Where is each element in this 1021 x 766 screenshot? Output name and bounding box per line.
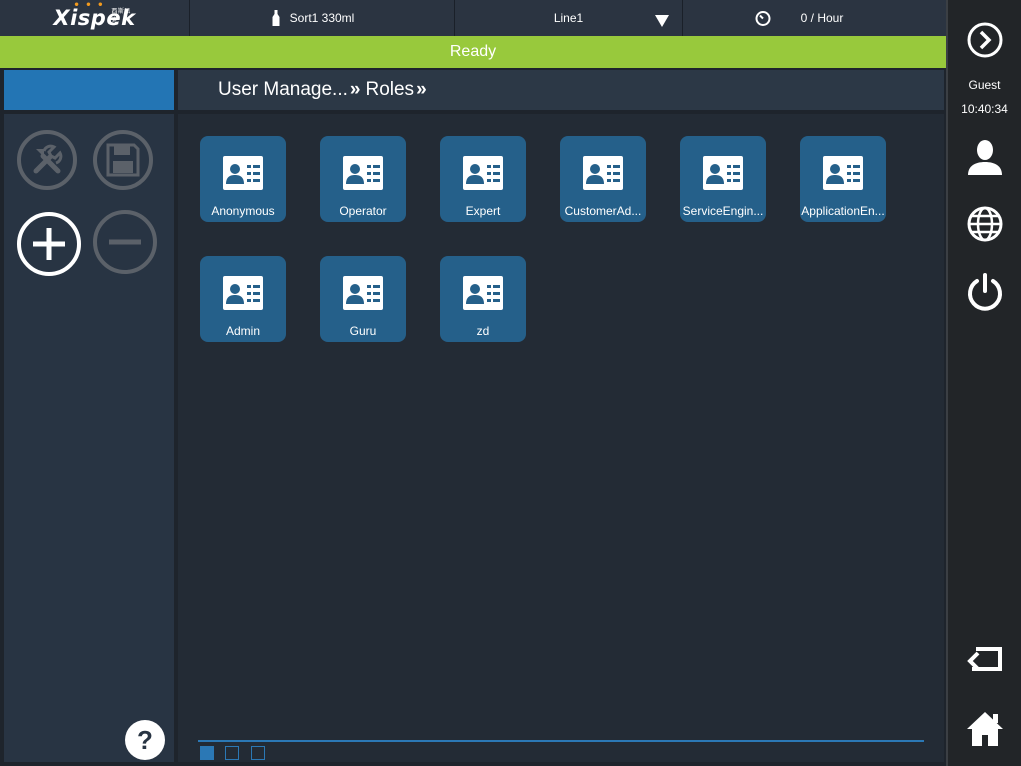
line-selector[interactable]: Line1 <box>455 0 683 36</box>
breadcrumb: User Manage... » Roles » <box>178 70 944 110</box>
wrench-hammer-icon <box>33 144 63 174</box>
role-label: zd <box>476 324 490 338</box>
product-name: Sort1 330ml <box>289 11 355 25</box>
id-card-icon <box>223 276 263 310</box>
page-indicator-1[interactable] <box>200 746 214 760</box>
clock: 10:40:34 <box>961 102 1008 116</box>
role-tile[interactable]: Admin <box>200 256 286 342</box>
line-name: Line1 <box>553 11 584 25</box>
role-tile[interactable]: Operator <box>320 136 406 222</box>
brand-name-cn: 西斯派克 <box>111 8 131 24</box>
user-icon[interactable] <box>966 138 1004 176</box>
power-icon[interactable] <box>966 272 1004 312</box>
id-card-icon <box>463 156 503 190</box>
role-tile[interactable]: CustomerAd... <box>560 136 646 222</box>
help-button[interactable]: ? <box>125 720 165 760</box>
role-tile[interactable]: Guru <box>320 256 406 342</box>
floppy-disk-icon <box>106 143 140 177</box>
page-indicator-2[interactable] <box>225 746 239 760</box>
stopwatch-icon <box>755 11 771 26</box>
role-tile[interactable]: zd <box>440 256 526 342</box>
current-user: Guest <box>968 78 1001 92</box>
plus-icon <box>33 228 65 260</box>
status-text: Ready <box>449 43 497 60</box>
id-card-icon <box>463 276 503 310</box>
breadcrumb-separator-icon: » <box>349 79 360 100</box>
tool-panel: ? <box>4 114 174 762</box>
id-card-icon <box>823 156 863 190</box>
logo-dots-icon: • • • <box>73 0 105 11</box>
role-label: Anonymous <box>211 204 275 218</box>
remove-role-button[interactable] <box>93 210 157 274</box>
bottle-icon <box>272 10 280 26</box>
id-card-icon <box>343 276 383 310</box>
minus-icon <box>109 239 141 245</box>
id-card-icon <box>583 156 623 190</box>
role-label: ApplicationEn... <box>801 204 885 218</box>
section-selector[interactable] <box>4 70 174 110</box>
role-tile[interactable]: Anonymous <box>200 136 286 222</box>
tools-button[interactable] <box>17 130 77 190</box>
top-bar: • • • Xispek 西斯派克 Sort1 330ml Line1 0 / Ho… <box>0 0 946 36</box>
role-label: Guru <box>349 324 377 338</box>
pager-divider <box>198 740 924 742</box>
breadcrumb-item-roles[interactable]: Roles <box>365 79 414 101</box>
brand-logo: • • • Xispek 西斯派克 <box>0 0 190 36</box>
back-arrow-icon[interactable] <box>966 645 1004 675</box>
add-role-button[interactable] <box>17 212 81 276</box>
rate-value: 0 / Hour <box>800 11 844 25</box>
roles-grid: Anonymous Operator Expert CustomerAd... Serv… <box>178 114 944 762</box>
role-label: Admin <box>225 324 260 338</box>
breadcrumb-separator-icon: » <box>416 79 426 100</box>
role-label: Expert <box>465 204 501 218</box>
id-card-icon <box>343 156 383 190</box>
production-rate: 0 / Hour <box>683 0 946 36</box>
id-card-icon <box>223 156 263 190</box>
role-label: CustomerAd... <box>564 204 642 218</box>
id-card-icon <box>703 156 743 190</box>
role-tile[interactable]: Expert <box>440 136 526 222</box>
status-bar: Ready <box>0 36 946 68</box>
home-icon[interactable] <box>966 710 1004 748</box>
save-button[interactable] <box>93 130 153 190</box>
page-indicator-3[interactable] <box>251 746 265 760</box>
role-label: ServiceEngin... <box>682 204 764 218</box>
role-tile[interactable]: ServiceEngin... <box>680 136 766 222</box>
dropdown-arrow-icon[interactable] <box>655 15 669 27</box>
globe-icon[interactable] <box>966 205 1004 243</box>
role-label: Operator <box>339 204 387 218</box>
breadcrumb-item-user-manage[interactable]: User Manage... <box>218 79 348 101</box>
role-tile[interactable]: ApplicationEn... <box>800 136 886 222</box>
help-icon: ? <box>137 724 153 755</box>
product-selector[interactable]: Sort1 330ml <box>190 0 455 36</box>
forward-circle-icon[interactable] <box>966 21 1004 59</box>
